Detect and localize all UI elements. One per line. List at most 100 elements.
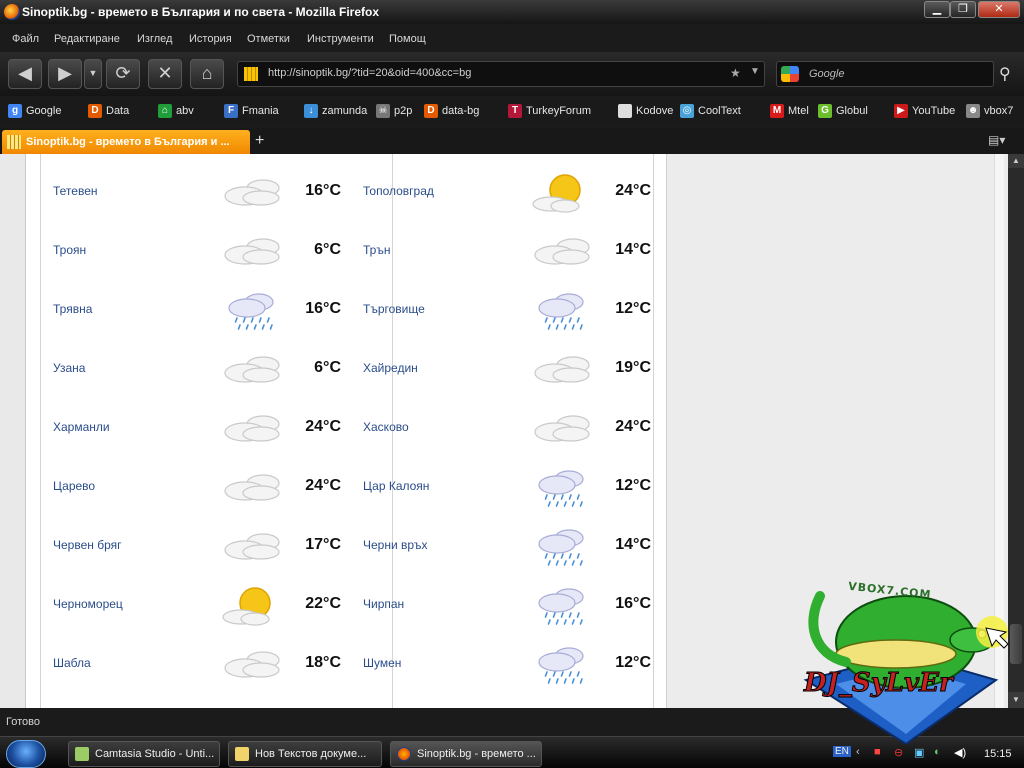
bookmark-data-bg[interactable]: Ddata-bg bbox=[424, 104, 479, 118]
city-link[interactable]: Черни връх bbox=[363, 538, 428, 552]
city-link[interactable]: Търговище bbox=[363, 302, 425, 316]
taskbar-item-notepad[interactable]: Нов Текстов докуме... bbox=[228, 741, 382, 767]
menu-file[interactable]: Файл bbox=[12, 33, 39, 45]
city-link[interactable]: Харманли bbox=[53, 420, 110, 434]
scroll-up-icon[interactable]: ▲ bbox=[1008, 154, 1024, 168]
weather-table: Тетевен 16°C Троян 6°C Трявна 16°C Узана 6°C Хар… bbox=[40, 154, 654, 708]
city-link[interactable]: Шумен bbox=[363, 656, 401, 670]
weather-row: Хайредин 19°C bbox=[351, 339, 651, 398]
weather-row: Узана 6°C bbox=[41, 339, 341, 398]
home-button[interactable]: ⌂ bbox=[190, 59, 224, 89]
menu-history[interactable]: История bbox=[189, 33, 232, 45]
city-link[interactable]: Черноморец bbox=[53, 597, 123, 611]
city-link[interactable]: Чирпан bbox=[363, 597, 404, 611]
menu-edit[interactable]: Редактиране bbox=[54, 33, 120, 45]
list-all-tabs-icon[interactable]: ▤▾ bbox=[988, 133, 1005, 147]
notepad-icon bbox=[235, 747, 249, 761]
history-dropdown-button[interactable]: ▼ bbox=[84, 59, 102, 89]
city-link[interactable]: Троян bbox=[53, 243, 86, 257]
bookmark-mtel[interactable]: M Mtel bbox=[770, 104, 809, 118]
data-icon: D bbox=[88, 104, 102, 118]
weather-row: Черни връх 14°C bbox=[351, 516, 651, 575]
tray-block-icon[interactable]: ⊖ bbox=[894, 746, 903, 759]
city-link[interactable]: Царево bbox=[53, 479, 95, 493]
weather-row: Троян 6°C bbox=[41, 221, 341, 280]
cloudy-weather-icon bbox=[531, 347, 595, 391]
stop-button[interactable]: ✕ bbox=[148, 59, 182, 89]
city-link[interactable]: Тетевен bbox=[53, 184, 98, 198]
tab-sinoptik[interactable]: Sinoptik.bg - времето в България и ... bbox=[2, 130, 250, 154]
city-link[interactable]: Шабла bbox=[53, 656, 91, 670]
tray-network-icon[interactable]: ▣ bbox=[914, 746, 924, 759]
tray-app-icon[interactable]: ■ bbox=[874, 746, 881, 758]
google-engine-icon[interactable] bbox=[781, 66, 799, 82]
bookmark-p2p[interactable]: ☠ p2p bbox=[376, 104, 412, 118]
city-link[interactable]: Хайредин bbox=[363, 361, 418, 375]
tray-expand-icon[interactable]: ‹ bbox=[856, 746, 860, 758]
reload-button[interactable]: ⟳ bbox=[106, 59, 140, 89]
tab-label: Sinoptik.bg - времето в България и ... bbox=[26, 136, 230, 148]
city-link[interactable]: Червен бряг bbox=[53, 538, 122, 552]
bookmark-turkeyforum[interactable]: T TurkeyForum bbox=[508, 104, 591, 118]
bookmark-fmania[interactable]: F Fmania bbox=[224, 104, 279, 118]
temperature: 18°C bbox=[305, 654, 341, 671]
menu-bar: Файл Редактиране Изглед История Отметки … bbox=[0, 28, 1024, 50]
clock[interactable]: 15:15 bbox=[984, 748, 1012, 760]
bookmark-data[interactable]: D Data bbox=[88, 104, 129, 118]
city-link[interactable]: Трън bbox=[363, 243, 390, 257]
temperature: 22°C bbox=[305, 595, 341, 612]
city-link[interactable]: Цар Калоян bbox=[363, 479, 429, 493]
taskbar-item-firefox[interactable]: Sinoptik.bg - времето ... bbox=[390, 741, 542, 767]
taskbar-item-label: Camtasia Studio - Unti... bbox=[95, 748, 215, 760]
url-bar[interactable]: http://sinoptik.bg/?tid=20&oid=400&cc=bg… bbox=[237, 61, 765, 87]
url-text[interactable]: http://sinoptik.bg/?tid=20&oid=400&cc=bg bbox=[268, 67, 471, 79]
bookmark-abv[interactable]: ⌂ abv bbox=[158, 104, 194, 118]
window-titlebar[interactable]: Sinoptik.bg - времето в България и по св… bbox=[0, 0, 1024, 24]
city-link[interactable]: Хасково bbox=[363, 420, 409, 434]
search-icon[interactable]: ⚲ bbox=[999, 64, 1011, 84]
bookmark-cooltext[interactable]: ◎ CoolText bbox=[680, 104, 741, 118]
temperature: 16°C bbox=[615, 595, 651, 612]
tray-shield-icon[interactable]: ◐ bbox=[934, 746, 941, 758]
bookmark-google[interactable]: g Google bbox=[8, 104, 61, 118]
back-button[interactable]: ◀ bbox=[8, 59, 42, 89]
bookmark-label: Data bbox=[106, 105, 130, 117]
firefox-icon bbox=[397, 747, 411, 761]
menu-bookmarks[interactable]: Отметки bbox=[247, 33, 290, 45]
tab-favicon-icon bbox=[7, 135, 21, 149]
bookmark-zamunda[interactable]: ↓ zamunda bbox=[304, 104, 367, 118]
cooltext-icon: ◎ bbox=[680, 104, 694, 118]
bookmark-star-icon[interactable]: ★ bbox=[730, 66, 741, 80]
bookmark-label: TurkeyForum bbox=[526, 105, 591, 117]
volume-icon[interactable]: ◀) bbox=[954, 746, 966, 759]
menu-tools[interactable]: Инструменти bbox=[307, 33, 374, 45]
rain-weather-icon bbox=[531, 583, 595, 627]
bookmark-vbox7[interactable]: ☻ vbox7 bbox=[966, 104, 1013, 118]
city-link[interactable]: Трявна bbox=[53, 302, 92, 316]
bookmark-globul[interactable]: G Globul bbox=[818, 104, 868, 118]
rain-weather-icon bbox=[221, 288, 285, 332]
home-icon: ⌂ bbox=[158, 104, 172, 118]
language-indicator[interactable]: EN bbox=[833, 746, 851, 757]
url-dropdown-icon[interactable]: ▼ bbox=[750, 66, 760, 77]
weather-row: Цар Калоян 12°C bbox=[351, 457, 651, 516]
bookmark-kodove[interactable]: Kodove bbox=[618, 104, 673, 118]
minimize-button[interactable]: ▁ bbox=[924, 1, 950, 18]
maximize-button[interactable]: ❐ bbox=[950, 1, 976, 18]
close-button[interactable]: ✕ bbox=[978, 1, 1020, 18]
fmania-icon: F bbox=[224, 104, 238, 118]
city-link[interactable]: Узана bbox=[53, 361, 85, 375]
menu-help[interactable]: Помощ bbox=[389, 33, 426, 45]
bookmark-youtube[interactable]: ▶ YouTube bbox=[894, 104, 955, 118]
city-link[interactable]: Тополовград bbox=[363, 184, 434, 198]
forward-button[interactable]: ▶ bbox=[48, 59, 82, 89]
weather-row: Търговище 12°C bbox=[351, 280, 651, 339]
weather-row: Царево 24°C bbox=[41, 457, 341, 516]
bookmark-label: Fmania bbox=[242, 105, 279, 117]
start-button[interactable] bbox=[6, 740, 46, 768]
taskbar-item-camtasia[interactable]: Camtasia Studio - Unti... bbox=[68, 741, 220, 767]
new-tab-button[interactable]: + bbox=[255, 132, 264, 150]
search-field[interactable]: Google bbox=[776, 61, 994, 87]
menu-view[interactable]: Изглед bbox=[137, 33, 172, 45]
tab-bar: Sinoptik.bg - времето в България и ... +… bbox=[0, 128, 1024, 154]
